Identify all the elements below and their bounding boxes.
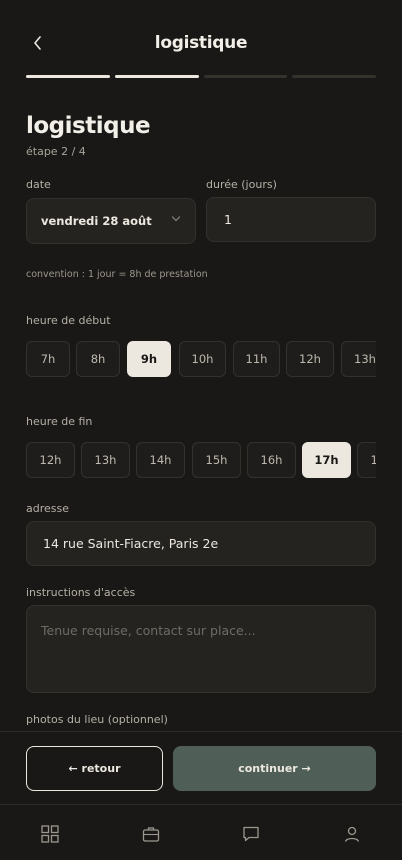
photos-label: photos du lieu (optionnel)	[26, 713, 168, 726]
continuer-button[interactable]: continuer →	[173, 746, 376, 791]
heure-fin-option[interactable]: 15h	[192, 442, 241, 478]
progress-segment	[203, 75, 288, 78]
instructions-placeholder: Tenue requise, contact sur place...	[41, 623, 256, 638]
heure-debut-option[interactable]: 13h	[341, 341, 376, 377]
instructions-label: instructions d'accès	[26, 586, 136, 599]
progress-segment	[26, 75, 110, 78]
heure-debut-option[interactable]: 12h	[286, 341, 334, 377]
user-icon	[344, 826, 360, 842]
duree-label: durée (jours)	[206, 178, 277, 191]
chat-icon	[243, 826, 259, 842]
bottom-tab-bar	[0, 804, 402, 860]
instructions-textarea[interactable]: Tenue requise, contact sur place...	[26, 605, 376, 693]
tab-dashboard[interactable]	[39, 823, 61, 845]
step-progress	[26, 75, 376, 78]
heure-debut-option[interactable]: 10h	[179, 341, 226, 377]
adresse-value: 14 rue Saint-Fiacre, Paris 2e	[43, 536, 219, 551]
date-value: vendredi 28 août	[41, 214, 152, 228]
heure-debut-option[interactable]: 7h	[26, 341, 70, 377]
heure-debut-option-selected[interactable]: 9h	[127, 341, 171, 377]
convention-hint: convention : 1 jour = 8h de prestation	[26, 269, 208, 280]
grid-icon	[41, 825, 59, 843]
retour-button[interactable]: ← retour	[26, 746, 163, 791]
heure-fin-selector: 12h 13h 14h 15h 16h 17h 18h	[26, 442, 376, 480]
heure-fin-label: heure de fin	[26, 415, 93, 428]
heure-fin-option[interactable]: 12h	[26, 442, 75, 478]
heure-fin-option[interactable]: 13h	[81, 442, 130, 478]
heure-fin-option[interactable]: 16h	[247, 442, 296, 478]
heure-fin-option[interactable]: 14h	[136, 442, 185, 478]
chevron-down-icon	[171, 216, 181, 222]
adresse-input[interactable]: 14 rue Saint-Fiacre, Paris 2e	[26, 521, 376, 566]
date-select[interactable]: vendredi 28 août	[26, 198, 196, 244]
heure-debut-option[interactable]: 8h	[76, 341, 120, 377]
duree-value: 1	[224, 212, 232, 227]
action-bar: ← retour continuer →	[0, 731, 402, 804]
tab-profile[interactable]	[341, 823, 363, 845]
header-title: logistique	[154, 33, 248, 53]
tab-missions[interactable]	[140, 823, 162, 845]
heure-debut-label: heure de début	[26, 314, 111, 327]
heure-fin-option-selected[interactable]: 17h	[302, 442, 351, 478]
progress-segment	[292, 75, 376, 78]
date-label: date	[26, 178, 51, 191]
briefcase-icon	[142, 827, 160, 842]
top-bar: logistique	[0, 0, 402, 76]
adresse-label: adresse	[26, 502, 70, 515]
tab-messages[interactable]	[240, 823, 262, 845]
duree-input[interactable]: 1	[206, 197, 376, 242]
heure-debut-option[interactable]: 11h	[233, 341, 280, 377]
heure-fin-option[interactable]: 18h	[357, 442, 376, 478]
heure-debut-selector: 7h 8h 9h 10h 11h 12h 13h	[26, 341, 376, 379]
progress-segment	[114, 75, 199, 78]
step-indicator: étape 2 / 4	[26, 145, 86, 158]
page-title: logistique	[26, 113, 151, 139]
